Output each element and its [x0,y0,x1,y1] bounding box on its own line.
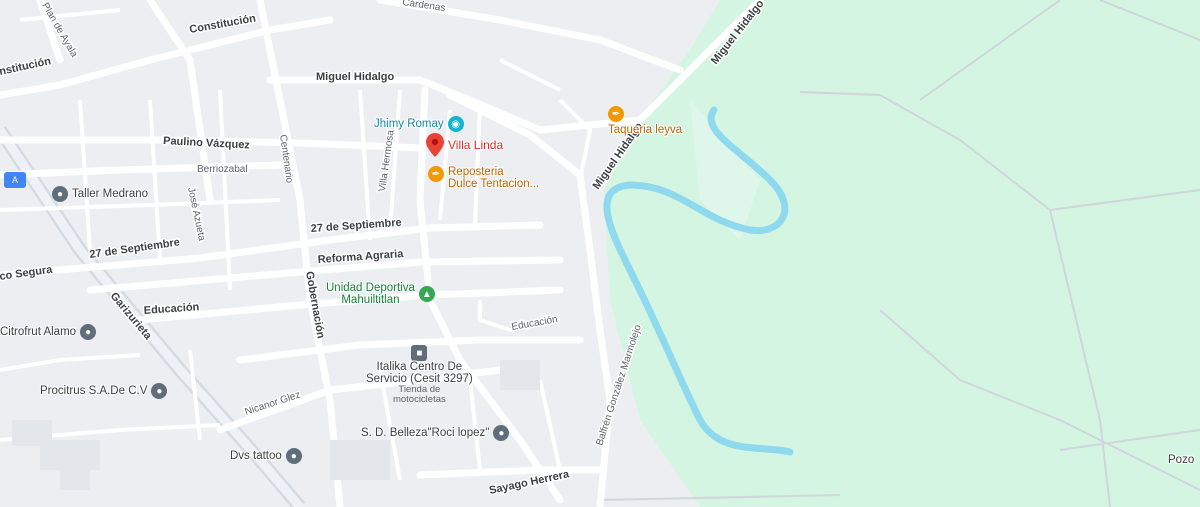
poi-label: Citrofrut Alamo [0,326,77,338]
poi-taqueria-leyva[interactable]: ✒ Taqueria leyva [608,106,682,136]
poi-label: Procitrus S.A.De C.V [40,385,148,397]
restaurant-icon: ✒ [608,106,624,122]
shop-icon: ■ [411,345,428,361]
poi-sub-line2: motocicletas [392,394,446,405]
place-icon: ● [80,324,97,340]
poi-citrofrut-alamo[interactable]: Citrofrut Alamo ● [0,324,97,340]
place-icon: ● [151,383,168,399]
place-icon: ● [285,448,302,464]
poi-label: Taller Medrano [72,188,149,200]
poi-label-line2: Mahuiltitlan [341,294,400,306]
poi-belleza[interactable]: S. D. Belleza"Roci lopez" ● [361,425,510,441]
restaurant-icon: ✒ [428,166,444,182]
store-icon: ◉ [447,116,464,132]
red-pin-icon [426,133,444,157]
poi-label-line1: Italika Centro De [376,361,463,373]
poi-dvs-tattoo[interactable]: Dvs tattoo ● [230,448,302,464]
poi-taller-medrano[interactable]: ● Taller Medrano [52,186,148,202]
poi-italika[interactable]: ■ Italika Centro De Servicio (Cesit 3297… [366,345,473,405]
map-canvas[interactable]: Constitución nstitución Plan de Ayala Mi… [0,0,1200,507]
poi-label: Pozo [1168,454,1195,466]
park-icon: ▲ [418,286,435,302]
poi-label-line1: Unidad Deportiva [326,282,415,294]
poi-label: Villa Linda [448,138,504,152]
place-icon: ● [493,425,510,441]
map-base-layer: Constitución nstitución Plan de Ayala Mi… [0,0,1200,507]
poi-label: Jhimy Romay [374,118,444,130]
label-berriozabal: Berriozabal [197,164,248,175]
label-miguel-hidalgo-top: Miguel Hidalgo [316,71,395,83]
poi-jhimy-romay[interactable]: Jhimy Romay ◉ [374,116,464,132]
poi-pozo[interactable]: Pozo [1168,454,1194,466]
poi-procitrus[interactable]: Procitrus S.A.De C.V ● [40,383,168,399]
poi-villa-linda[interactable]: Villa Linda [426,133,503,157]
poi-label: Taqueria leyva [608,124,683,136]
poi-label-line1: Reposteria [448,166,504,178]
poi-label: Dvs tattoo [230,450,282,462]
poi-unidad-deportiva[interactable]: Unidad Deportiva Mahuiltitlan ▲ [326,282,435,306]
poi-reposteria[interactable]: ✒ Reposteria Dulce Tentacion... [428,166,539,190]
poi-label-line2: Dulce Tentacion... [448,178,540,190]
place-icon: ● [52,186,68,202]
transit-icon[interactable]: A [4,172,26,188]
poi-label: S. D. Belleza"Roci lopez" [361,427,490,439]
